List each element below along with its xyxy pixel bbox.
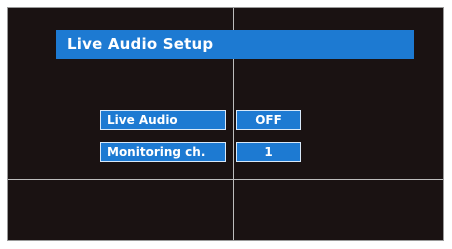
- live-audio-value[interactable]: OFF: [236, 110, 301, 130]
- monitoring-channel-value[interactable]: 1: [236, 142, 301, 162]
- quad-divider-horizontal: [8, 179, 443, 180]
- video-preview-screen: Live Audio Setup Live Audio OFF Monitori…: [7, 7, 444, 241]
- menu-item-monitoring-channel[interactable]: Monitoring ch.: [100, 142, 226, 162]
- menu-title-bar: Live Audio Setup: [56, 30, 414, 59]
- menu-item-live-audio[interactable]: Live Audio: [100, 110, 226, 130]
